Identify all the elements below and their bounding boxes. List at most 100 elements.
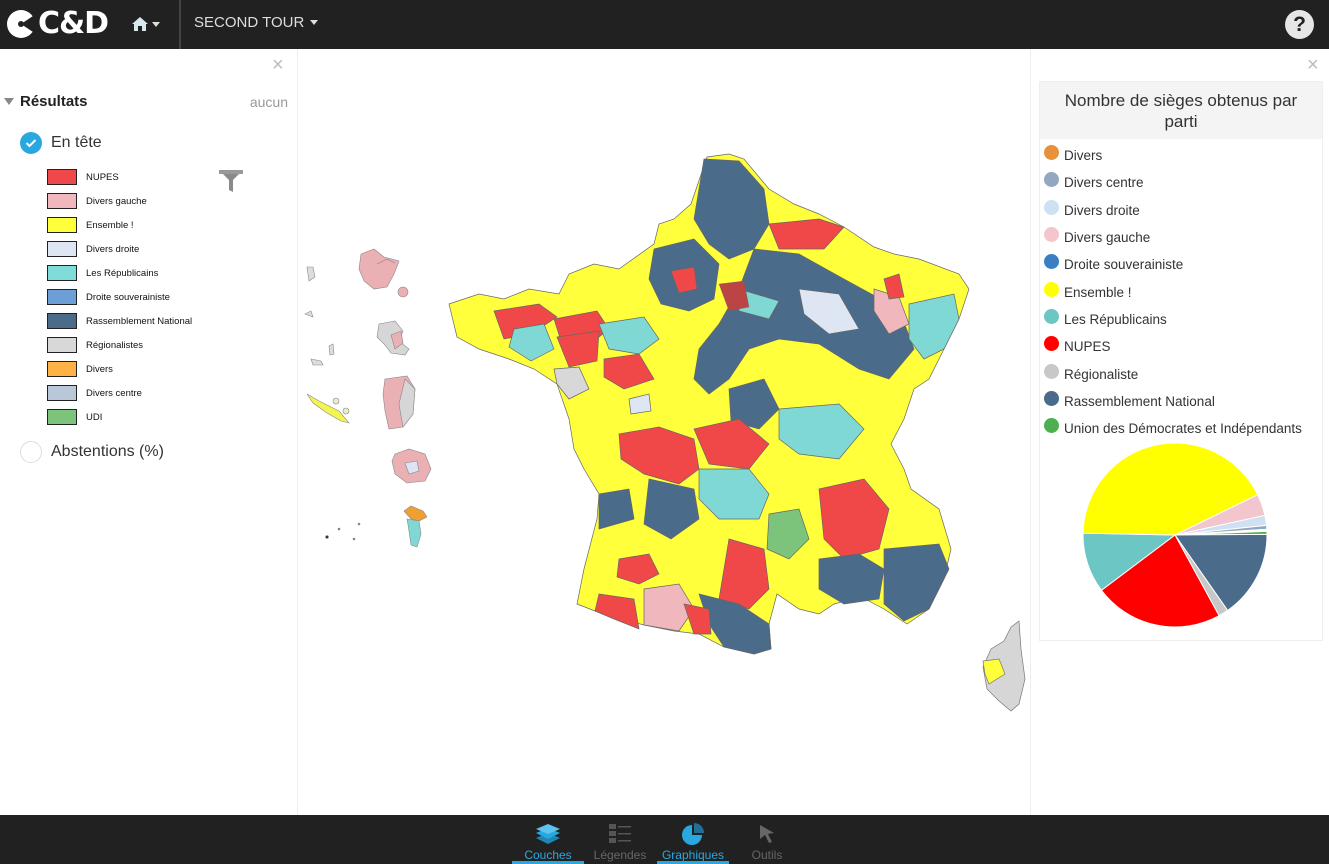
logo-mark-icon <box>7 10 36 38</box>
legend-swatch <box>47 385 77 401</box>
tab-label: Outils <box>751 848 783 862</box>
tab-outils[interactable]: Outils <box>744 815 790 864</box>
legend-swatch <box>47 313 77 329</box>
chart-legend-label: Rassemblement National <box>1064 393 1215 409</box>
tab-couches[interactable]: Couches <box>512 815 584 864</box>
help-button[interactable]: ? <box>1285 10 1314 39</box>
chart-legend-item[interactable]: Régionaliste <box>1044 360 1322 387</box>
chart-legend-item[interactable]: Rassemblement National <box>1044 388 1322 415</box>
top-bar: C&D SECOND TOUR ? <box>0 0 1329 49</box>
legend-swatch <box>47 289 77 305</box>
choropleth-map[interactable] <box>299 49 1029 815</box>
legend-swatch <box>47 193 77 209</box>
cursor-icon <box>760 825 774 843</box>
legend-dot <box>1044 281 1059 297</box>
chart-legend-label: Divers <box>1064 148 1103 164</box>
legend-dot <box>1044 199 1059 215</box>
legend-label: UDI <box>86 411 103 423</box>
pie-chart[interactable] <box>1080 440 1270 630</box>
tab-label: Légendes <box>593 848 647 862</box>
radio-unchecked-icon[interactable] <box>20 441 42 463</box>
chart-legend-item[interactable]: Divers gauche <box>1044 224 1322 251</box>
chart-legend-item[interactable]: Divers droite <box>1044 197 1322 224</box>
seats-chart: Nombre de sièges obtenus par parti Diver… <box>1039 81 1323 641</box>
chart-legend-item[interactable]: Droite souverainiste <box>1044 251 1322 278</box>
legend-item: Ensemble ! <box>47 213 192 237</box>
legend-label: Les Républicains <box>86 267 159 279</box>
section-title: Résultats <box>20 93 88 110</box>
chart-legend-label: Divers gauche <box>1064 230 1151 246</box>
legend-item: UDI <box>47 405 192 429</box>
legend-list-icon <box>609 824 631 843</box>
deselect-all-link[interactable]: aucun <box>250 94 288 110</box>
home-menu-button[interactable] <box>131 12 160 36</box>
legend-swatch <box>47 169 77 185</box>
home-icon <box>132 17 148 31</box>
chart-title: Nombre de sièges obtenus par parti <box>1040 82 1322 139</box>
chart-legend-item[interactable]: Union des Démocrates et Indépendants <box>1044 415 1322 442</box>
legend-label: Divers gauche <box>86 195 147 207</box>
layer-legend: NUPES Divers gauche Ensemble ! Divers droit… <box>47 165 192 429</box>
legend-dot <box>1044 363 1059 379</box>
legend-label: Régionalistes <box>86 339 144 351</box>
logo[interactable]: C&D <box>6 6 109 41</box>
legend-dot <box>1044 254 1059 270</box>
close-layers-panel-button[interactable]: × <box>272 55 284 75</box>
legend-item: Les Républicains <box>47 261 192 285</box>
legend-dot <box>1044 227 1059 243</box>
logo-text: C&D <box>38 6 109 41</box>
layer-label: En tête <box>51 134 102 151</box>
round-selector-button[interactable]: SECOND TOUR <box>194 14 319 31</box>
round-selector-label: SECOND TOUR <box>194 14 305 31</box>
tab-legendes[interactable]: Légendes <box>592 815 648 864</box>
chart-legend-item[interactable]: Divers <box>1044 142 1322 169</box>
layer-label: Abstentions (%) <box>51 443 164 460</box>
chart-legend-item[interactable]: NUPES <box>1044 333 1322 360</box>
chevron-down-icon <box>152 21 160 27</box>
close-charts-panel-button[interactable]: × <box>1307 55 1319 75</box>
help-icon: ? <box>1293 13 1306 36</box>
legend-item: Divers centre <box>47 381 192 405</box>
chart-legend-label: Les Républicains <box>1064 311 1167 327</box>
filter-icon[interactable] <box>218 168 244 194</box>
legend-label: Divers centre <box>86 387 142 399</box>
legend-dot <box>1044 308 1059 324</box>
tab-graphiques[interactable]: Graphiques <box>657 815 729 864</box>
map-canvas[interactable] <box>299 49 1029 815</box>
chart-legend-label: Divers droite <box>1064 202 1140 218</box>
legend-item: Régionalistes <box>47 333 192 357</box>
legend-item: Rassemblement National <box>47 309 192 333</box>
legend-swatch <box>47 361 77 377</box>
bottom-toolbar: Couches Légendes Graphiques Outils <box>0 815 1329 864</box>
tab-label: Graphiques <box>661 848 725 862</box>
pie-chart-icon <box>682 823 704 845</box>
corsica <box>982 620 1026 712</box>
overseas-territories <box>304 248 432 548</box>
chart-legend-label: Divers centre <box>1064 175 1144 191</box>
radio-checked-icon[interactable] <box>20 132 42 154</box>
legend-label: Divers droite <box>86 243 140 255</box>
legend-label: NUPES <box>86 171 119 183</box>
chart-legend: Divers Divers centre Divers droite Divers g… <box>1040 139 1322 442</box>
divider <box>179 0 181 49</box>
legend-dot <box>1044 390 1059 406</box>
chart-legend-label: Régionaliste <box>1064 366 1139 382</box>
legend-dot <box>1044 145 1059 161</box>
chevron-down-icon <box>310 20 319 25</box>
layer-en-tete[interactable]: En tête <box>20 132 102 154</box>
layer-abstentions[interactable]: Abstentions (%) <box>20 441 164 463</box>
chart-legend-item[interactable]: Ensemble ! <box>1044 278 1322 305</box>
results-section-header[interactable]: Résultats aucun <box>4 93 294 110</box>
legend-item: Divers droite <box>47 237 192 261</box>
chart-legend-item[interactable]: Divers centre <box>1044 169 1322 196</box>
chart-legend-item[interactable]: Les Républicains <box>1044 306 1322 333</box>
legend-label: Ensemble ! <box>86 219 134 231</box>
collapse-icon <box>4 98 14 105</box>
legend-item: NUPES <box>47 165 192 189</box>
legend-label: Rassemblement National <box>86 315 193 327</box>
legend-item: Divers gauche <box>47 189 192 213</box>
legend-item: Divers <box>47 357 192 381</box>
legend-dot <box>1044 172 1059 188</box>
layers-panel: × Résultats aucun En tête NUPES Divers ga… <box>0 49 298 815</box>
chart-legend-label: NUPES <box>1064 339 1111 355</box>
